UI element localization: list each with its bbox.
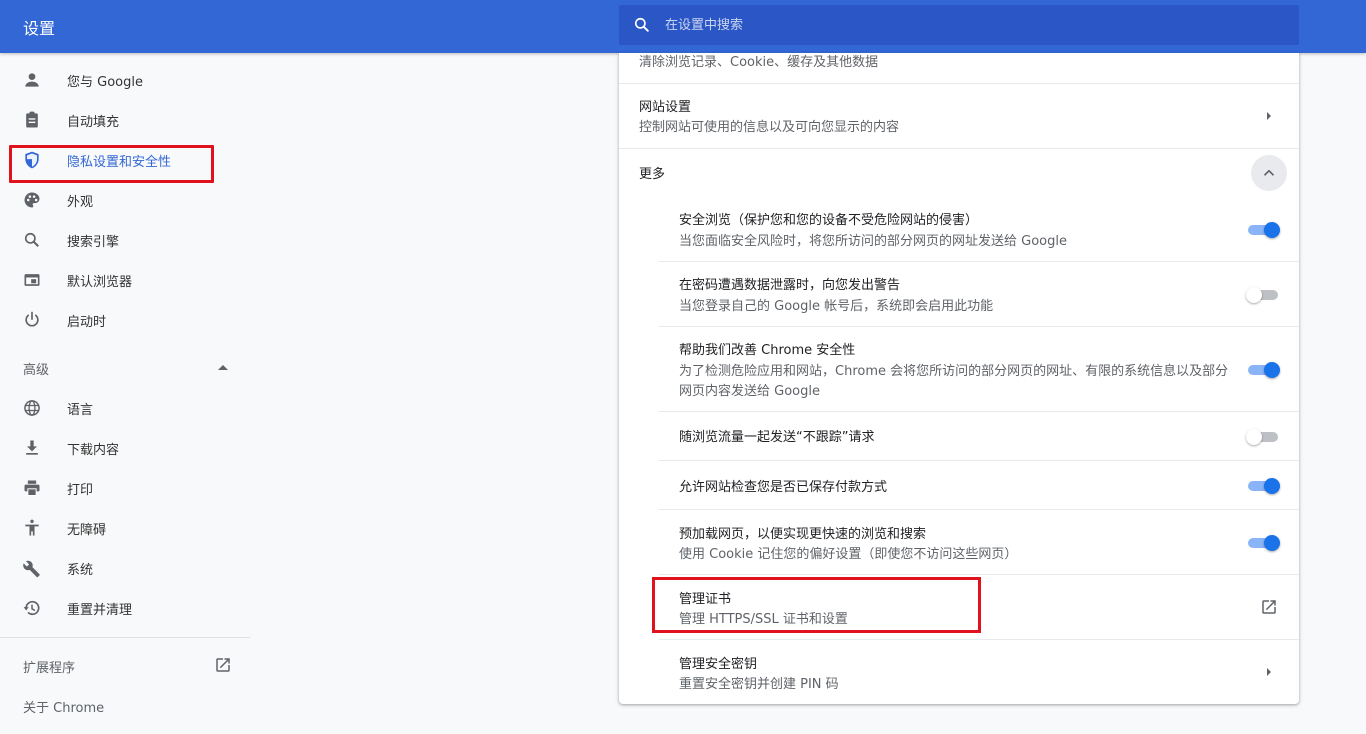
palette-icon (24, 192, 40, 208)
download-icon (26, 440, 38, 455)
row-title: 允许网站检查您是否已保存付款方式 (679, 480, 888, 495)
sidebar-item-label: 默认浏览器 (67, 275, 133, 290)
open-in-new-icon[interactable] (1260, 598, 1278, 616)
row-subtitle-line2: 网页内容发送给 Google (679, 384, 820, 399)
more-section-header[interactable]: 更多 (619, 149, 1299, 197)
sidebar-item-label: 外观 (67, 195, 94, 210)
sidebar-item-label: 您与 Google (67, 75, 143, 90)
clear-browsing-row[interactable]: 清除浏览记录、Cookie、缓存及其他数据 (619, 53, 1299, 83)
password-leak-row: 在密码遭遇数据泄露时，向您发出警告 当您登录自己的 Google 帐号后，系统即… (619, 262, 1299, 326)
sidebar-item-label: 重置并清理 (67, 603, 133, 618)
row-subtitle: 清除浏览记录、Cookie、缓存及其他数据 (639, 55, 879, 70)
sidebar-item-printing[interactable]: 打印 (0, 468, 250, 508)
chevron-up-icon (1263, 169, 1275, 176)
highlight-box (9, 145, 214, 183)
sidebar-item-appearance[interactable]: 外观 (0, 180, 250, 220)
search-box[interactable] (619, 5, 1299, 45)
sidebar-item-downloads[interactable]: 下载内容 (0, 428, 250, 468)
collapse-button[interactable] (1251, 155, 1287, 191)
payment-methods-toggle[interactable] (1248, 475, 1282, 495)
safe-browsing-row: 安全浏览（保护您和您的设备不受危险网站的侵害） 当您面临安全风险时，将您所访问的… (619, 197, 1299, 261)
chevron-right-icon (1267, 112, 1271, 120)
sidebar-section-label: 高级 (23, 363, 50, 378)
sidebar-item-on-startup[interactable]: 启动时 (0, 300, 250, 340)
sidebar-item-label: 下载内容 (67, 443, 120, 458)
person-icon (25, 73, 39, 87)
sidebar-item-label: 自动填充 (67, 115, 120, 130)
sidebar-item-label: 启动时 (67, 315, 107, 330)
chevron-right-icon (1267, 668, 1271, 676)
safe-browsing-toggle[interactable] (1248, 219, 1282, 239)
printer-icon (24, 480, 40, 496)
row-title: 管理安全密钥 (679, 657, 758, 672)
preload-row: 预加载网页，以便实现更快速的浏览和搜索 使用 Cookie 记住您的偏好设置（即… (619, 510, 1299, 574)
row-title: 帮助我们改善 Chrome 安全性 (679, 343, 856, 358)
search-input[interactable] (665, 14, 1265, 36)
do-not-track-toggle[interactable] (1246, 426, 1280, 446)
history-icon (23, 600, 40, 616)
divider (0, 637, 250, 638)
caret-up-icon (218, 365, 228, 370)
section-title: 更多 (639, 167, 666, 182)
row-subtitle: 为了检测危险应用和网站，Chrome 会将您所访问的部分网页的网址、有限的系统信… (679, 364, 1229, 379)
search-icon (634, 17, 649, 32)
sidebar-item-accessibility[interactable]: 无障碍 (0, 508, 250, 548)
sidebar-item-label: 搜索引擎 (67, 235, 120, 250)
sidebar-item-system[interactable]: 系统 (0, 548, 250, 588)
site-settings-row[interactable]: 网站设置 控制网站可使用的信息以及可向您显示的内容 (619, 84, 1299, 148)
power-icon (25, 311, 39, 327)
clipboard-icon (26, 111, 38, 128)
sidebar-item-you-and-google[interactable]: 您与 Google (0, 60, 250, 100)
globe-icon (24, 400, 40, 416)
open-in-new-icon[interactable] (214, 656, 232, 674)
search-icon (24, 232, 39, 247)
row-subtitle: 重置安全密钥并创建 PIN 码 (679, 677, 839, 692)
extensions-link[interactable]: 扩展程序 (23, 657, 75, 676)
preload-toggle[interactable] (1248, 532, 1282, 552)
sidebar-item-search-engine[interactable]: 搜索引擎 (0, 220, 250, 260)
do-not-track-row: 随浏览流量一起发送“不跟踪”请求 (619, 412, 1299, 460)
row-title: 安全浏览（保护您和您的设备不受危险网站的侵害） (679, 213, 979, 228)
sidebar-item-label: 打印 (67, 483, 94, 498)
row-title: 预加载网页，以便实现更快速的浏览和搜索 (679, 527, 927, 542)
row-subtitle: 使用 Cookie 记住您的偏好设置（即使您不访问这些网页） (679, 547, 1018, 562)
row-subtitle: 当您面临安全风险时，将您所访问的部分网页的网址发送给 Google (679, 234, 1067, 249)
sidebar-item-default-browser[interactable]: 默认浏览器 (0, 260, 250, 300)
about-chrome-link[interactable]: 关于 Chrome (23, 697, 104, 716)
accessibility-icon (25, 519, 39, 536)
payment-methods-row: 允许网站检查您是否已保存付款方式 (619, 461, 1299, 509)
page-title: 设置 (23, 19, 56, 38)
sidebar-item-reset[interactable]: 重置并清理 (0, 588, 250, 628)
manage-security-keys-row[interactable]: 管理安全密钥 重置安全密钥并创建 PIN 码 (619, 640, 1299, 704)
sidebar-item-languages[interactable]: 语言 (0, 388, 250, 428)
sidebar-item-label: 无障碍 (67, 523, 107, 538)
sidebar-advanced-toggle[interactable]: 高级 (0, 348, 250, 388)
sidebar-item-autofill[interactable]: 自动填充 (0, 100, 250, 140)
row-subtitle: 控制网站可使用的信息以及可向您显示的内容 (639, 120, 900, 135)
sidebar-item-label: 语言 (67, 403, 94, 418)
wrench-icon (23, 560, 40, 578)
row-title: 网站设置 (639, 100, 692, 115)
sidebar-item-label: 系统 (67, 563, 94, 578)
improve-security-row: 帮助我们改善 Chrome 安全性 为了检测危险应用和网站，Chrome 会将您… (619, 327, 1299, 411)
row-title: 随浏览流量一起发送“不跟踪”请求 (679, 430, 875, 445)
top-bar: 设置 (0, 0, 1366, 53)
password-leak-toggle[interactable] (1246, 284, 1280, 304)
improve-security-toggle[interactable] (1248, 359, 1282, 379)
row-title: 在密码遭遇数据泄露时，向您发出警告 (679, 278, 901, 293)
browser-icon (24, 274, 40, 286)
highlight-box (652, 577, 981, 633)
row-subtitle: 当您登录自己的 Google 帐号后，系统即会启用此功能 (679, 299, 994, 314)
